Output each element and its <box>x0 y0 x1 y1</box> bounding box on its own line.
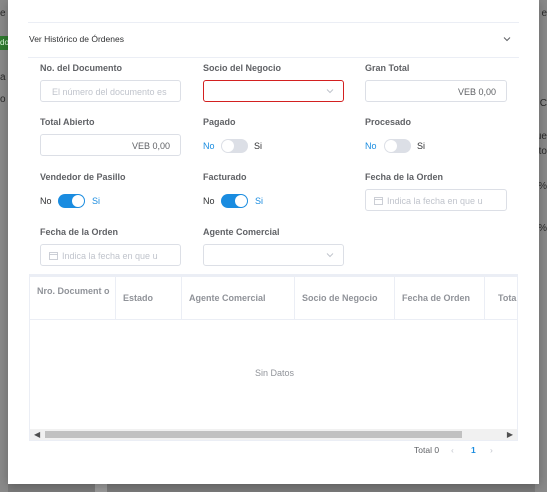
business-partner-label: Socio del Negocio <box>203 63 282 73</box>
chevron-down-icon <box>326 253 334 258</box>
bg-fragment: a <box>0 72 6 83</box>
column-header[interactable]: Nro. Document o <box>30 277 116 320</box>
horizontal-scrollbar[interactable]: ◀ ▶ <box>30 429 517 440</box>
invoiced-label: Facturado <box>203 172 247 182</box>
column-header[interactable]: Agente Comercial <box>182 277 295 320</box>
paid-toggle[interactable] <box>221 139 248 153</box>
processed-no-label: No <box>365 141 377 151</box>
order-date-picker-2[interactable]: Indica la fecha en que u <box>40 244 181 266</box>
order-history-dialog: Ver Histórico de Órdenes No. del Documen… <box>8 0 539 484</box>
bg-green-tag: do <box>0 36 8 50</box>
column-header[interactable]: Estado <box>116 277 182 320</box>
sales-agent-label: Agente Comercial <box>203 227 280 237</box>
bg-fragment: e <box>0 8 6 19</box>
empty-state: Sin Datos <box>254 368 295 378</box>
next-page-icon[interactable]: › <box>490 445 493 455</box>
invoiced-no-label: No <box>203 196 215 206</box>
column-header[interactable]: Tota <box>485 277 517 320</box>
paid-label: Pagado <box>203 117 236 127</box>
processed-yes-label: Si <box>417 141 426 151</box>
bg-fragment: % <box>538 223 547 234</box>
orders-table: Nro. Document o Estado Agente Comercial … <box>29 274 518 441</box>
collapse-title: Ver Histórico de Órdenes <box>29 34 124 44</box>
pagination-total: Total 0 <box>414 445 440 455</box>
aisle-seller-yes-label: Si <box>92 196 101 206</box>
business-partner-select[interactable] <box>203 80 344 102</box>
open-total-label: Total Abierto <box>40 117 95 127</box>
document-number-input[interactable]: El número del documento es <box>40 80 181 102</box>
open-total-input[interactable]: VEB 0,00 <box>40 134 181 156</box>
document-number-placeholder: El número del documento es <box>52 87 167 97</box>
prev-page-icon[interactable]: ‹ <box>451 445 454 455</box>
calendar-icon <box>374 197 383 205</box>
processed-toggle[interactable] <box>384 139 411 153</box>
bg-fragment: o <box>0 94 6 105</box>
order-date-placeholder-2: Indica la fecha en que u <box>62 251 158 261</box>
table-header: Nro. Document o Estado Agente Comercial … <box>30 275 517 320</box>
order-date-placeholder: Indica la fecha en que u <box>387 196 483 206</box>
background-left-panel: e do a o <box>0 0 8 492</box>
calendar-icon <box>49 252 58 260</box>
chevron-down-icon <box>326 89 334 94</box>
processed-label: Procesado <box>365 117 412 127</box>
invoiced-yes-label: Si <box>255 196 264 206</box>
aisle-seller-label: Vendedor de Pasillo <box>40 172 126 182</box>
bg-fragment: C <box>539 98 547 109</box>
scroll-right-icon[interactable]: ▶ <box>507 430 513 439</box>
grand-total-input[interactable]: VEB 0,00 <box>365 80 507 102</box>
scroll-thumb[interactable] <box>45 431 462 438</box>
grand-total-value: VEB 0,00 <box>457 87 496 97</box>
column-header[interactable]: Fecha de Orden <box>395 277 485 320</box>
aisle-seller-no-label: No <box>40 196 52 206</box>
order-date-label-2: Fecha de la Orden <box>40 227 119 237</box>
bg-fragment: % <box>538 181 547 192</box>
document-number-label: No. del Documento <box>40 63 123 73</box>
paid-yes-label: Si <box>254 141 263 151</box>
background-strip <box>95 484 107 492</box>
paid-no-label: No <box>203 141 215 151</box>
aisle-seller-toggle[interactable] <box>58 194 85 208</box>
order-date-picker[interactable]: Indica la fecha en que u <box>365 189 507 211</box>
chevron-down-icon[interactable] <box>501 33 513 45</box>
open-total-value: VEB 0,00 <box>131 141 170 151</box>
scroll-left-icon[interactable]: ◀ <box>34 430 40 439</box>
page-number[interactable]: 1 <box>471 445 476 455</box>
column-header[interactable]: Socio de Negocio <box>295 277 395 320</box>
bg-fragment: to <box>538 146 547 157</box>
invoiced-toggle[interactable] <box>221 194 248 208</box>
bg-fragment: e <box>541 8 547 19</box>
grand-total-label: Gran Total <box>365 63 410 73</box>
collapse-header[interactable]: Ver Histórico de Órdenes <box>28 22 519 58</box>
order-date-label: Fecha de la Orden <box>365 172 444 182</box>
sales-agent-select[interactable] <box>203 244 344 266</box>
